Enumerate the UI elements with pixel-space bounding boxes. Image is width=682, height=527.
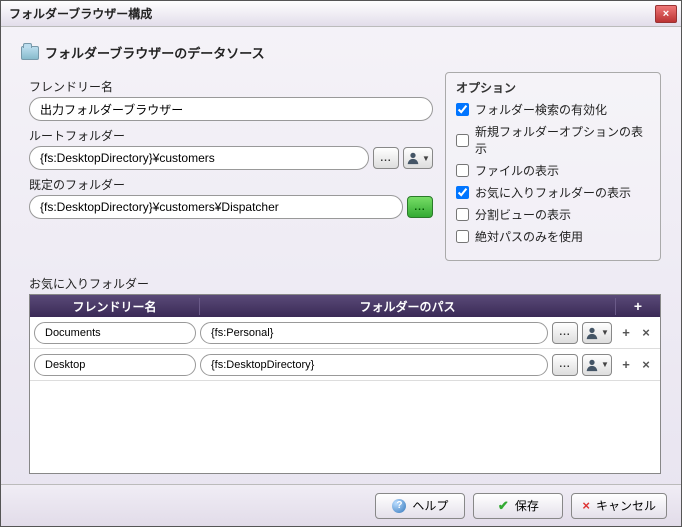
row-add-button[interactable]: + [619, 358, 633, 372]
option-label: 分割ビューの表示 [475, 206, 571, 223]
footer: ? ヘルプ ✔ 保存 × キャンセル [1, 484, 681, 526]
cancel-label: キャンセル [596, 497, 656, 514]
favorite-name-input[interactable] [34, 322, 196, 344]
default-folder-input[interactable] [29, 195, 403, 219]
chevron-down-icon: ▼ [422, 154, 430, 163]
option-checkbox[interactable] [456, 164, 469, 177]
favorites-label: お気に入りフォルダー [29, 275, 661, 292]
option-row: 分割ビューの表示 [456, 206, 650, 223]
option-label: お気に入りフォルダーの表示 [475, 184, 631, 201]
folder-icon [21, 46, 39, 60]
dialog-window: フォルダーブラウザー構成 × フォルダーブラウザーのデータソース フレンドリー名… [0, 0, 682, 527]
save-button[interactable]: ✔ 保存 [473, 493, 563, 519]
favorite-row: ... ▼ + × [30, 349, 660, 381]
option-label: 絶対パスのみを使用 [475, 228, 583, 245]
option-label: ファイルの表示 [475, 162, 559, 179]
option-checkbox[interactable] [456, 103, 469, 116]
favorite-name-input[interactable] [34, 354, 196, 376]
root-folder-input[interactable] [29, 146, 369, 170]
add-row-header-button[interactable]: + [616, 298, 660, 314]
friendly-name-label: フレンドリー名 [29, 78, 433, 95]
main-columns: フレンドリー名 ルートフォルダー ... ▼ 既定のフォルダー ... [21, 72, 661, 261]
favorites-section: お気に入りフォルダー フレンドリー名 フォルダーのパス + ... ▼ + ×... ▼… [21, 275, 661, 474]
ellipsis-icon: ... [414, 202, 425, 213]
help-button[interactable]: ? ヘルプ [375, 493, 465, 519]
option-row: 絶対パスのみを使用 [456, 228, 650, 245]
options-panel: オプション フォルダー検索の有効化新規フォルダーオプションの表示ファイルの表示お… [445, 72, 661, 261]
favorite-path-input[interactable] [200, 322, 548, 344]
person-icon [585, 358, 599, 372]
row-delete-button[interactable]: × [639, 326, 653, 340]
chevron-down-icon: ▼ [601, 328, 609, 337]
col-header-path: フォルダーのパス [200, 298, 616, 315]
window-title: フォルダーブラウザー構成 [5, 5, 655, 22]
titlebar: フォルダーブラウザー構成 × [1, 1, 681, 27]
ellipsis-icon: ... [380, 153, 391, 164]
person-icon [585, 326, 599, 340]
left-column: フレンドリー名 ルートフォルダー ... ▼ 既定のフォルダー ... [21, 72, 433, 261]
root-folder-label: ルートフォルダー [29, 127, 433, 144]
option-row: お気に入りフォルダーの表示 [456, 184, 650, 201]
favorites-table: フレンドリー名 フォルダーのパス + ... ▼ + ×... ▼ + × [29, 294, 661, 474]
option-row: 新規フォルダーオプションの表示 [456, 123, 650, 157]
chevron-down-icon: ▼ [601, 360, 609, 369]
option-checkbox[interactable] [456, 134, 469, 147]
section-title: フォルダーブラウザーのデータソース [45, 43, 265, 62]
favorite-row: ... ▼ + × [30, 317, 660, 349]
favorite-browse-button[interactable]: ... [552, 354, 578, 376]
option-row: フォルダー検索の有効化 [456, 101, 650, 118]
save-label: 保存 [515, 497, 539, 514]
favorite-browse-button[interactable]: ... [552, 322, 578, 344]
option-label: 新規フォルダーオプションの表示 [475, 123, 650, 157]
default-folder-label: 既定のフォルダー [29, 176, 433, 193]
favorites-header: フレンドリー名 フォルダーのパス + [30, 295, 660, 317]
close-button[interactable]: × [655, 5, 677, 23]
help-label: ヘルプ [412, 497, 448, 514]
check-icon: ✔ [498, 498, 509, 514]
option-checkbox[interactable] [456, 186, 469, 199]
option-row: ファイルの表示 [456, 162, 650, 179]
favorite-variable-button[interactable]: ▼ [582, 322, 612, 344]
close-icon: × [663, 8, 669, 20]
default-insert-button[interactable]: ... [407, 196, 433, 218]
root-browse-button[interactable]: ... [373, 147, 399, 169]
x-icon: × [582, 498, 590, 513]
option-label: フォルダー検索の有効化 [475, 101, 607, 118]
person-icon [406, 151, 420, 165]
content-area: フォルダーブラウザーのデータソース フレンドリー名 ルートフォルダー ... ▼ [1, 27, 681, 484]
favorite-variable-button[interactable]: ▼ [582, 354, 612, 376]
option-checkbox[interactable] [456, 208, 469, 221]
row-add-button[interactable]: + [619, 326, 633, 340]
friendly-name-input[interactable] [29, 97, 433, 121]
favorite-path-input[interactable] [200, 354, 548, 376]
cancel-button[interactable]: × キャンセル [571, 493, 667, 519]
section-header: フォルダーブラウザーのデータソース [21, 43, 661, 62]
options-title: オプション [456, 79, 650, 96]
help-icon: ? [392, 499, 406, 513]
row-delete-button[interactable]: × [639, 358, 653, 372]
option-checkbox[interactable] [456, 230, 469, 243]
root-variable-button[interactable]: ▼ [403, 147, 433, 169]
col-header-name: フレンドリー名 [30, 298, 200, 315]
